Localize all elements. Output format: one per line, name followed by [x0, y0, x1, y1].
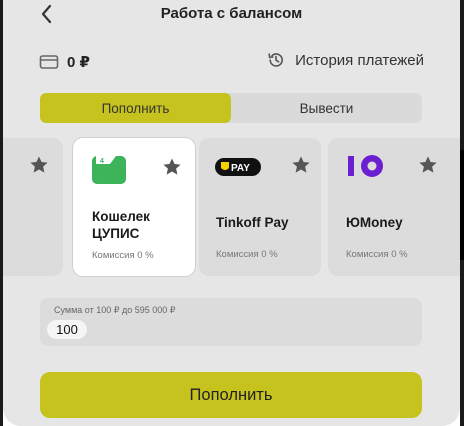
deposit-submit-button[interactable]: Пополнить — [40, 372, 422, 418]
wallet-icon — [39, 55, 59, 69]
method-fee: Комиссия 0 % — [346, 249, 408, 260]
svg-text:4: 4 — [100, 158, 104, 165]
screen: Работа с балансом 0 ₽ История платежей П… — [3, 0, 460, 426]
method-name: Кошелек ЦУПИС — [92, 209, 150, 241]
method-name: Tinkoff Pay — [216, 215, 289, 230]
header: Работа с балансом — [3, 0, 460, 34]
device-side-button — [460, 150, 464, 260]
payment-method-card-cupis[interactable]: 4 Кошелек ЦУПИС Комиссия 0 % — [73, 138, 195, 276]
payment-history-link[interactable]: История платежей — [267, 51, 424, 69]
amount-field-container: Сумма от 100 ₽ до 595 000 ₽ — [40, 298, 422, 346]
balance-row: 0 ₽ История платежей — [3, 48, 460, 78]
method-fee: Комиссия 0 % — [216, 249, 278, 260]
favorite-star-icon[interactable] — [291, 155, 311, 175]
tab-withdraw[interactable]: Вывести — [231, 93, 422, 123]
yoomoney-logo — [348, 155, 383, 177]
favorite-star-icon[interactable] — [162, 157, 182, 177]
favorite-star-icon[interactable] — [418, 155, 438, 175]
deposit-withdraw-tabs: Пополнить Вывести — [40, 93, 422, 123]
page-title: Работа с балансом — [160, 5, 303, 22]
payment-method-card-tinkoff[interactable]: PAY Tinkoff Pay Комиссия 0 % — [199, 138, 321, 276]
history-clock-icon — [268, 53, 284, 67]
amount-label: Сумма от 100 ₽ до 595 000 ₽ — [54, 305, 176, 315]
method-name: ЮMoney — [346, 215, 403, 230]
payment-methods-carousel[interactable]: 4 Кошелек ЦУПИС Комиссия 0 % PAY Tinkoff… — [3, 138, 460, 276]
tab-deposit[interactable]: Пополнить — [40, 93, 231, 123]
cupis-wallet-logo: 4 — [92, 156, 126, 184]
device-bezel-right — [460, 0, 464, 426]
method-fee: Комиссия 0 % — [92, 250, 154, 261]
tinkoff-pay-logo-text: PAY — [231, 163, 250, 174]
balance-value: 0 ₽ — [67, 54, 90, 71]
payment-method-card-yoomoney[interactable]: ЮMoney Комиссия 0 % — [328, 138, 460, 276]
favorite-star-icon[interactable] — [29, 155, 49, 175]
amount-input[interactable] — [47, 320, 87, 339]
tinkoff-pay-logo: PAY — [215, 158, 261, 176]
payment-method-card-partial[interactable] — [3, 138, 63, 276]
history-label: История платежей — [295, 51, 424, 69]
